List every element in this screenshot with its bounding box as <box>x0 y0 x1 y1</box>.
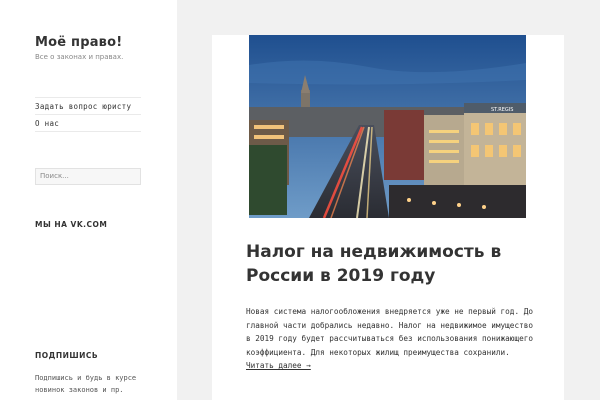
site-description: Все о законах и правах. <box>35 53 124 61</box>
city-street-image: ST.REGIS <box>249 35 526 218</box>
subscribe-widget-text: Подпишись и будь в курсе новинок законов… <box>35 374 137 394</box>
search-input[interactable]: Поиск... <box>35 168 141 185</box>
post-card: ST.REGIS Налог на недвижимость в России … <box>212 35 564 400</box>
main-menu: Задать вопрос юристу О нас <box>35 97 141 132</box>
image-sign: ST.REGIS <box>491 107 513 113</box>
sidebar: Моё право! Все о законах и правах. Задат… <box>0 0 177 400</box>
menu-item-about[interactable]: О нас <box>35 115 141 132</box>
site-title[interactable]: Моё право! <box>35 35 122 50</box>
vk-widget-title: МЫ НА VK.COM <box>35 220 108 229</box>
post-excerpt-text: Новая система налогообложения внедряется… <box>246 307 533 357</box>
subscribe-widget-title: ПОДПИШИСЬ <box>35 351 99 360</box>
post-excerpt: Новая система налогообложения внедряется… <box>246 305 536 373</box>
read-more-link[interactable]: Читать далее → <box>246 361 311 370</box>
post-title[interactable]: Налог на недвижимость в России в 2019 го… <box>246 240 536 288</box>
menu-item-ask-lawyer[interactable]: Задать вопрос юристу <box>35 98 141 115</box>
post-thumbnail[interactable]: ST.REGIS <box>249 35 526 218</box>
